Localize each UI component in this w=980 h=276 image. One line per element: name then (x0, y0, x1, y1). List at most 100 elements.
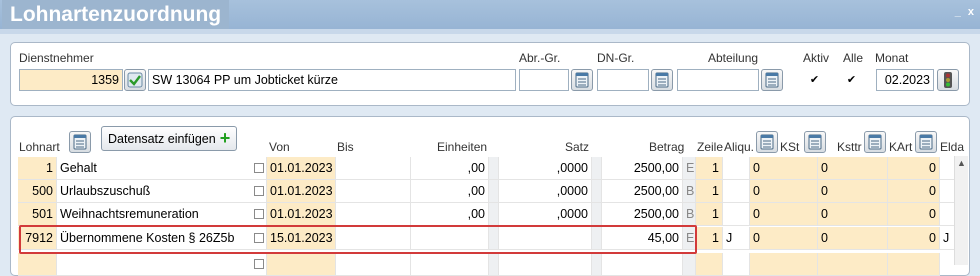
cell-zeile[interactable]: 1 (696, 203, 723, 226)
insert-record-button[interactable]: Datensatz einfügen + (101, 126, 238, 151)
cell-satz[interactable]: ,0000 (499, 203, 592, 226)
cell-kart-value: 0 (929, 231, 936, 245)
cell-kart[interactable]: 0 (888, 227, 940, 250)
kart-lookup-button[interactable] (864, 131, 886, 153)
cell-kst-value: 0 (753, 207, 760, 221)
cell-von-value: 01.01.2023 (270, 184, 333, 198)
cell-von-value: 01.01.2023 (270, 207, 333, 221)
alle-checkbox[interactable]: ✔ (846, 75, 857, 86)
cell-kart[interactable]: 0 (888, 203, 940, 226)
cell-lohnart[interactable]: 1 (18, 157, 57, 180)
cell-ksttr[interactable]: 0 (818, 203, 888, 226)
monat-field[interactable]: 02.2023 (876, 69, 934, 91)
ksttr-lookup-button[interactable] (804, 131, 826, 153)
dngr-lookup-button[interactable] (651, 69, 673, 91)
cell-einheiten[interactable]: ,00 (411, 157, 489, 180)
abteilung-lookup-button[interactable] (761, 69, 783, 91)
cell-einheiten-value: ,00 (467, 207, 485, 221)
cell-lohnart[interactable]: 500 (18, 180, 57, 203)
cell-zeile[interactable]: 1 (696, 157, 723, 180)
cell-ksttr[interactable]: 0 (818, 180, 888, 203)
aktiv-checkbox[interactable]: ✔ (809, 75, 820, 86)
header-betrag: Betrag (649, 140, 685, 154)
elda-lookup-button[interactable] (915, 131, 937, 153)
cell-lohnart[interactable]: 501 (18, 203, 57, 226)
header-kart: KArt (889, 140, 913, 154)
row-checkbox[interactable] (254, 209, 264, 219)
cell-zeile-value: 1 (712, 207, 719, 221)
traffic-light-button[interactable] (937, 69, 959, 91)
cell-bis[interactable] (336, 203, 411, 226)
selected-row-highlight (19, 225, 697, 254)
cell-lohnart-value: 500 (32, 184, 53, 198)
cell-betrag-value: 2500,00 (633, 207, 679, 221)
window-controls[interactable]: _ x (955, 6, 976, 18)
cell-satz[interactable]: ,0000 (499, 180, 592, 203)
vertical-scrollbar[interactable]: ▲ (954, 156, 968, 265)
cell-einheiten-value: ,00 (467, 161, 485, 175)
checkmark-icon (127, 72, 143, 88)
dienstnehmer-name-field[interactable]: SW 13064 PP um Jobticket kürze (148, 69, 516, 91)
cell-von[interactable]: 01.01.2023 (267, 157, 336, 180)
cell-flag[interactable]: B (683, 203, 696, 226)
cell-betrag-value: 2500,00 (633, 184, 679, 198)
plus-icon: + (219, 128, 231, 148)
cell-name[interactable]: Gehalt (57, 157, 267, 180)
cell-zeile[interactable]: 1 (696, 180, 723, 203)
cell-flag[interactable]: B (683, 180, 696, 203)
cell-kst[interactable]: 0 (750, 180, 818, 203)
header-elda: Elda (940, 140, 965, 154)
cell-flag[interactable]: E (683, 157, 696, 180)
cell-bis[interactable] (336, 157, 411, 180)
cell-name[interactable]: Weihnachtsremuneration (57, 203, 267, 226)
cell-einheiten[interactable]: ,00 (411, 203, 489, 226)
scroll-up-icon[interactable]: ▲ (957, 158, 966, 168)
cell-zeile[interactable]: 1 (696, 227, 723, 250)
cell-kart-value: 0 (929, 161, 936, 175)
cell-name-value: Urlaubszuschuß (60, 184, 151, 198)
table-row[interactable]: 500 Urlaubszuschuß 01.01.2023 ,00 ,0000 2500,… (18, 180, 968, 203)
cell-aliqu-value: J (726, 231, 733, 245)
abteilung-field[interactable] (677, 69, 759, 91)
cell-aliqu[interactable] (723, 180, 750, 203)
cell-kart[interactable]: 0 (888, 180, 940, 203)
cell-name-value: Weihnachtsremuneration (60, 207, 199, 221)
list-icon (808, 134, 822, 150)
cell-betrag[interactable]: 2500,00 (602, 203, 683, 226)
table-row[interactable]: 1 Gehalt 01.01.2023 ,00 ,0000 2500,00 E 1 0 0 0 (18, 157, 968, 180)
cell-bis[interactable] (336, 180, 411, 203)
lohnart-lookup-button[interactable] (69, 131, 91, 153)
cell-aliqu[interactable]: J (723, 227, 750, 250)
cell-betrag-value: 2500,00 (633, 161, 679, 175)
cell-kst[interactable]: 0 (750, 227, 818, 250)
cell-kart[interactable]: 0 (888, 157, 940, 180)
row-checkbox[interactable] (254, 186, 264, 196)
dienstnehmer-number-field[interactable]: 1359 (19, 69, 123, 91)
cell-betrag[interactable]: 2500,00 (602, 180, 683, 203)
cell-ksttr[interactable]: 0 (818, 227, 888, 250)
cell-kst[interactable]: 0 (750, 203, 818, 226)
abrgr-field[interactable] (519, 69, 569, 91)
cell-satz[interactable]: ,0000 (499, 157, 592, 180)
cell-betrag[interactable]: 2500,00 (602, 157, 683, 180)
row-checkbox[interactable] (254, 163, 264, 173)
cell-kst[interactable]: 0 (750, 157, 818, 180)
cell-name[interactable]: Urlaubszuschuß (57, 180, 267, 203)
cell-von[interactable]: 01.01.2023 (267, 180, 336, 203)
cell-ksttr[interactable]: 0 (818, 157, 888, 180)
header-ksttr: Ksttr (837, 140, 862, 154)
cell-aliqu[interactable] (723, 157, 750, 180)
abrgr-lookup-button[interactable] (571, 69, 593, 91)
cell-kart-value: 0 (929, 184, 936, 198)
table-row[interactable]: 501 Weihnachtsremuneration 01.01.2023 ,00 ,0… (18, 203, 968, 226)
header-einheiten: Einheiten (437, 140, 488, 154)
cell-spacer (592, 180, 602, 203)
cell-einheiten[interactable]: ,00 (411, 180, 489, 203)
kst-lookup-button[interactable] (756, 131, 778, 153)
cell-von[interactable]: 01.01.2023 (267, 203, 336, 226)
cell-aliqu[interactable] (723, 203, 750, 226)
dngr-field[interactable] (597, 69, 649, 91)
aktiv-label: Aktiv (803, 51, 830, 65)
alle-label: Alle (843, 51, 864, 65)
dienstnehmer-check-button[interactable] (124, 69, 146, 91)
